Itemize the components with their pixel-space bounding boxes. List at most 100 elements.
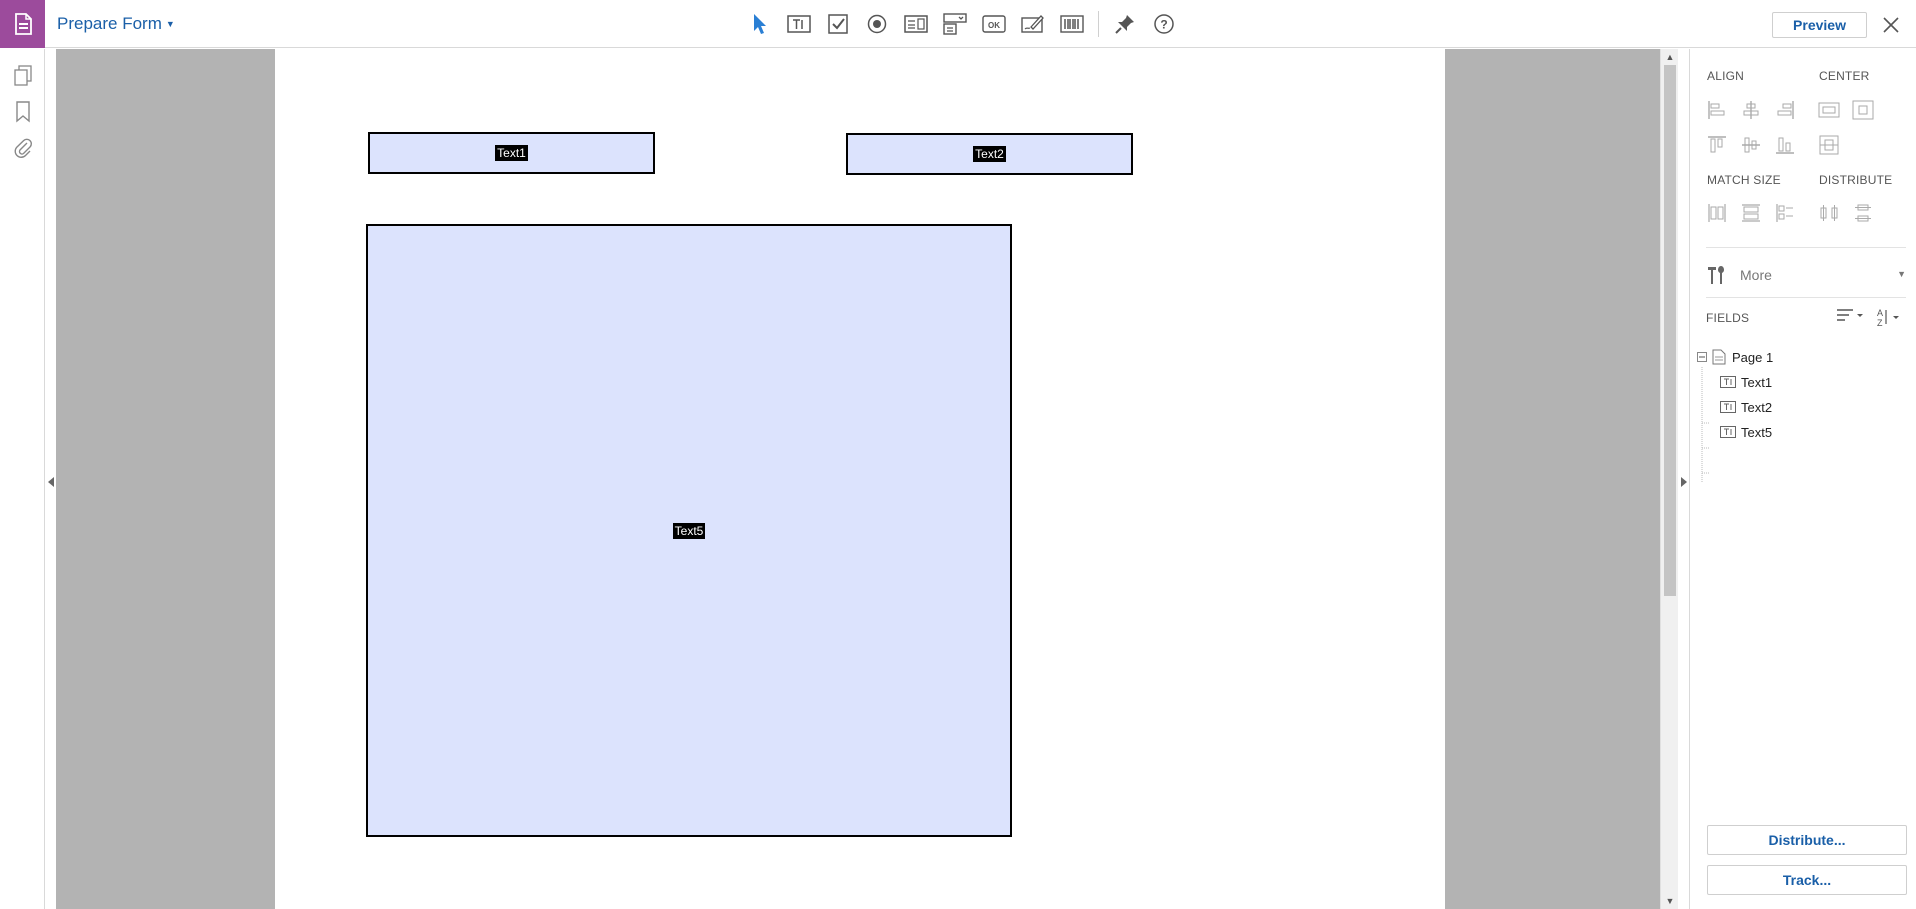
align-horizontal-center-button[interactable] <box>1740 99 1762 121</box>
form-field-text1[interactable]: Text1 <box>368 132 655 174</box>
chevron-down-icon: ▼ <box>1897 269 1906 279</box>
select-object-tool[interactable] <box>744 9 776 39</box>
prepare-form-menu[interactable]: Prepare Form ▼ <box>57 14 175 34</box>
form-field-text5[interactable]: Text5 <box>366 224 1012 837</box>
align-right-icon <box>1777 101 1794 119</box>
match-both-icon <box>1776 204 1793 222</box>
tree-connector-lines <box>1701 367 1710 483</box>
bookmarks-button[interactable] <box>11 100 35 124</box>
scrollbar-thumb[interactable] <box>1664 65 1676 596</box>
form-document-icon <box>14 13 32 35</box>
center-horizontally-button[interactable] <box>1818 99 1840 121</box>
align-bottom-button[interactable] <box>1774 134 1796 156</box>
tree-field-item[interactable]: Text1 <box>1720 372 1772 392</box>
top-toolbar: Prepare Form ▼ OK ? Preview <box>0 0 1916 48</box>
sort-az-icon: AZ <box>1877 308 1899 327</box>
sort-order-button[interactable] <box>1836 307 1864 323</box>
form-field-text2[interactable]: Text2 <box>846 133 1133 175</box>
pdf-page: Text1 Text2 Text5 <box>275 49 1445 909</box>
list-box-icon <box>904 15 928 33</box>
tree-field-label: Text2 <box>1741 399 1773 415</box>
pin-tool[interactable] <box>1109 9 1141 39</box>
scroll-up-icon[interactable]: ▲ <box>1665 52 1675 62</box>
right-tools-panel: ALIGN CENTER MATCH SIZE DISTRIBUTE More … <box>1689 49 1916 909</box>
help-tool[interactable]: ? <box>1148 9 1180 39</box>
right-panel-toggle[interactable] <box>1679 474 1688 490</box>
track-button[interactable]: Track... <box>1707 865 1907 895</box>
text-field-icon <box>1720 376 1736 388</box>
center-vertically-button[interactable] <box>1818 134 1840 156</box>
text-field-icon <box>1720 401 1736 413</box>
radio-button-tool[interactable] <box>861 9 893 39</box>
match-both-button[interactable] <box>1774 202 1796 224</box>
app-title-label: Prepare Form <box>57 14 162 33</box>
text-field-icon <box>1720 426 1736 438</box>
help-question-icon: ? <box>1154 14 1174 34</box>
vertical-scrollbar[interactable]: ▲ ▼ <box>1660 49 1678 909</box>
sort-lines-icon <box>1837 309 1863 321</box>
radio-button-icon <box>867 14 887 34</box>
field-name-tag: Text1 <box>495 145 528 161</box>
align-right-button[interactable] <box>1774 99 1796 121</box>
center-horizontal-icon <box>1818 102 1840 118</box>
pushpin-icon <box>1115 15 1134 34</box>
tree-field-label: Text1 <box>1741 374 1773 390</box>
button-tool[interactable]: OK <box>978 9 1010 39</box>
tree-field-item[interactable]: Text5 <box>1720 422 1772 442</box>
preview-button[interactable]: Preview <box>1772 12 1867 38</box>
dropdown-icon <box>943 13 967 35</box>
field-name-tag: Text5 <box>672 522 706 539</box>
match-height-icon <box>1742 204 1760 222</box>
distribute-button[interactable]: Distribute... <box>1707 825 1907 855</box>
text-field-tool[interactable] <box>783 9 815 39</box>
match-height-button[interactable] <box>1740 202 1762 224</box>
svg-text:?: ? <box>1160 18 1167 32</box>
sort-alphabetical-button[interactable]: AZ <box>1875 307 1903 327</box>
left-panel-toggle[interactable] <box>46 474 55 490</box>
dropdown-tool[interactable] <box>939 9 971 39</box>
distribute-horizontal-icon <box>1820 205 1838 221</box>
collapse-right-icon <box>1680 477 1687 487</box>
close-tool-button[interactable] <box>1878 12 1904 38</box>
distribute-horizontally-button[interactable] <box>1818 202 1840 224</box>
panel-divider <box>1706 247 1906 248</box>
scroll-down-icon[interactable]: ▼ <box>1665 896 1675 906</box>
center-both-button[interactable] <box>1852 99 1874 121</box>
list-box-tool[interactable] <box>900 9 932 39</box>
distribute-heading: DISTRIBUTE <box>1819 173 1893 187</box>
center-heading: CENTER <box>1819 69 1870 83</box>
signature-pen-icon <box>1021 15 1044 33</box>
bookmark-icon <box>16 101 30 123</box>
barcode-icon <box>1060 15 1084 33</box>
page-thumbnails-icon <box>14 65 32 86</box>
tree-field-label: Text5 <box>1741 424 1773 440</box>
checkbox-icon <box>828 14 848 34</box>
distribute-vertically-button[interactable] <box>1852 202 1874 224</box>
form-field-tools: OK ? <box>744 9 1187 39</box>
center-both-icon <box>1852 100 1874 120</box>
more-options-dropdown[interactable]: More ▼ <box>1706 263 1906 287</box>
more-label: More <box>1740 267 1772 283</box>
svg-text:A: A <box>1877 308 1883 318</box>
chevron-down-icon: ▼ <box>165 19 175 29</box>
tree-field-item[interactable]: Text2 <box>1720 397 1772 417</box>
tree-page-label: Page 1 <box>1732 349 1774 365</box>
align-bottom-icon <box>1776 137 1794 154</box>
align-center-icon <box>1743 101 1759 119</box>
panel-divider <box>1706 297 1906 298</box>
attachments-button[interactable] <box>11 136 35 160</box>
page-thumbnails-button[interactable] <box>11 64 35 88</box>
document-canvas: Text1 Text2 Text5 <box>56 49 1660 909</box>
digital-signature-tool[interactable] <box>1017 9 1049 39</box>
prepare-form-tool-badge[interactable] <box>0 0 45 48</box>
left-navigation-rail <box>0 49 45 909</box>
distribute-vertical-icon <box>1855 204 1871 222</box>
checkbox-tool[interactable] <box>822 9 854 39</box>
align-vertical-center-button[interactable] <box>1740 134 1762 156</box>
svg-text:OK: OK <box>988 21 1000 30</box>
barcode-tool[interactable] <box>1056 9 1088 39</box>
text-field-icon <box>787 15 811 33</box>
field-name-tag: Text2 <box>973 146 1006 162</box>
center-vertical-icon <box>1819 135 1839 155</box>
close-icon <box>1883 17 1899 33</box>
